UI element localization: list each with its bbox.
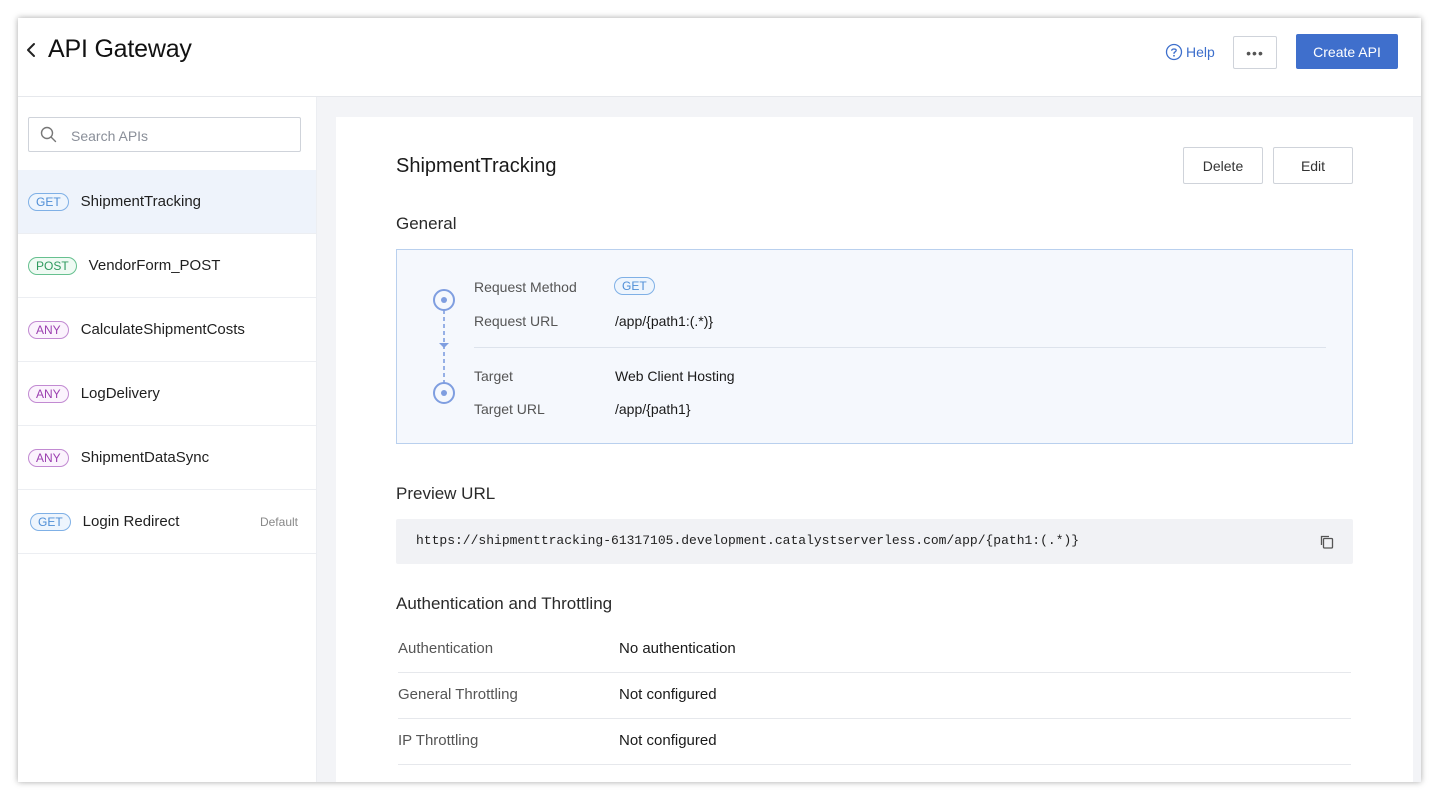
target-value: Web Client Hosting	[615, 368, 735, 384]
api-name: VendorForm_POST	[88, 257, 221, 274]
help-label: Help	[1186, 44, 1215, 60]
api-list: GET ShipmentTracking POST VendorForm_POS…	[18, 170, 316, 554]
back-button[interactable]	[23, 38, 39, 62]
search-icon	[40, 126, 57, 143]
api-name: ShipmentTracking	[80, 193, 202, 210]
more-options-label: •••	[1246, 44, 1264, 61]
chevron-left-icon	[27, 43, 35, 57]
api-list-item-login-redirect[interactable]: GET Login Redirect Default	[18, 490, 316, 554]
auth-section-title: Authentication and Throttling	[396, 594, 613, 613]
app-window: API Gateway Help ••• Create API GET	[18, 18, 1421, 782]
general-divider	[474, 347, 1326, 348]
api-name: CalculateShipmentCosts	[80, 321, 245, 338]
target-label: Target	[474, 368, 513, 384]
create-api-button[interactable]: Create API	[1296, 34, 1398, 69]
api-list-item-shipmenttracking[interactable]: GET ShipmentTracking	[18, 170, 316, 234]
preview-url-section-title: Preview URL	[396, 484, 496, 503]
auth-row-value: Not configured	[619, 686, 717, 703]
general-section-title: General	[396, 214, 457, 233]
api-detail-title: ShipmentTracking	[396, 155, 557, 177]
search-input[interactable]	[69, 118, 298, 153]
request-method-badge: GET	[614, 277, 655, 295]
method-badge: ANY	[28, 448, 69, 467]
general-box: Request Method GET Request URL /app/{pat…	[396, 249, 1353, 444]
method-badge: GET	[30, 512, 71, 531]
method-badge: POST	[28, 256, 77, 275]
table-row: IP Throttling Not configured	[398, 719, 1351, 765]
api-detail-card: ShipmentTracking Delete Edit General Req…	[336, 117, 1413, 782]
search-box[interactable]	[28, 117, 301, 153]
auth-row-label: General Throttling	[398, 686, 518, 703]
table-row: Authentication No authentication	[398, 627, 1351, 673]
api-name: Login Redirect	[82, 513, 180, 530]
api-list-item-calculateshipmentcosts[interactable]: ANY CalculateShipmentCosts	[18, 298, 316, 362]
method-badge: ANY	[28, 320, 69, 339]
api-list-item-vendorform-post[interactable]: POST VendorForm_POST	[18, 234, 316, 298]
preview-url-text[interactable]: https://shipmenttracking-61317105.develo…	[416, 533, 1079, 548]
api-name: LogDelivery	[80, 385, 160, 402]
api-sidebar: GET ShipmentTracking POST VendorForm_POS…	[18, 97, 317, 782]
question-circle-icon	[1165, 43, 1183, 61]
auth-row-label: IP Throttling	[398, 732, 479, 749]
auth-table: Authentication No authentication General…	[398, 627, 1351, 765]
api-name: ShipmentDataSync	[80, 449, 210, 466]
api-list-item-shipmentdatasync[interactable]: ANY ShipmentDataSync	[18, 426, 316, 490]
target-url-label: Target URL	[474, 401, 545, 417]
table-row: General Throttling Not configured	[398, 673, 1351, 719]
delete-button[interactable]: Delete	[1183, 147, 1263, 184]
method-badge: ANY	[28, 384, 69, 403]
preview-url-box: https://shipmenttracking-61317105.develo…	[396, 519, 1353, 564]
copy-icon[interactable]	[1319, 534, 1335, 550]
auth-row-value: No authentication	[619, 640, 736, 657]
page-header: API Gateway Help ••• Create API	[18, 18, 1421, 97]
page-title: API Gateway	[48, 35, 192, 63]
request-method-label: Request Method	[474, 279, 577, 295]
target-url-value: /app/{path1}	[615, 401, 691, 417]
more-options-button[interactable]: •••	[1233, 36, 1277, 69]
method-badge: GET	[28, 192, 69, 211]
request-url-value: /app/{path1:(.*)}	[615, 313, 714, 329]
auth-row-label: Authentication	[398, 640, 494, 657]
api-list-item-logdelivery[interactable]: ANY LogDelivery	[18, 362, 316, 426]
edit-button[interactable]: Edit	[1273, 147, 1353, 184]
help-link[interactable]: Help	[1165, 42, 1215, 62]
auth-row-value: Not configured	[619, 732, 717, 749]
request-url-label: Request URL	[474, 313, 559, 329]
request-flow-icon	[433, 289, 455, 404]
default-tag: Default	[259, 514, 298, 529]
